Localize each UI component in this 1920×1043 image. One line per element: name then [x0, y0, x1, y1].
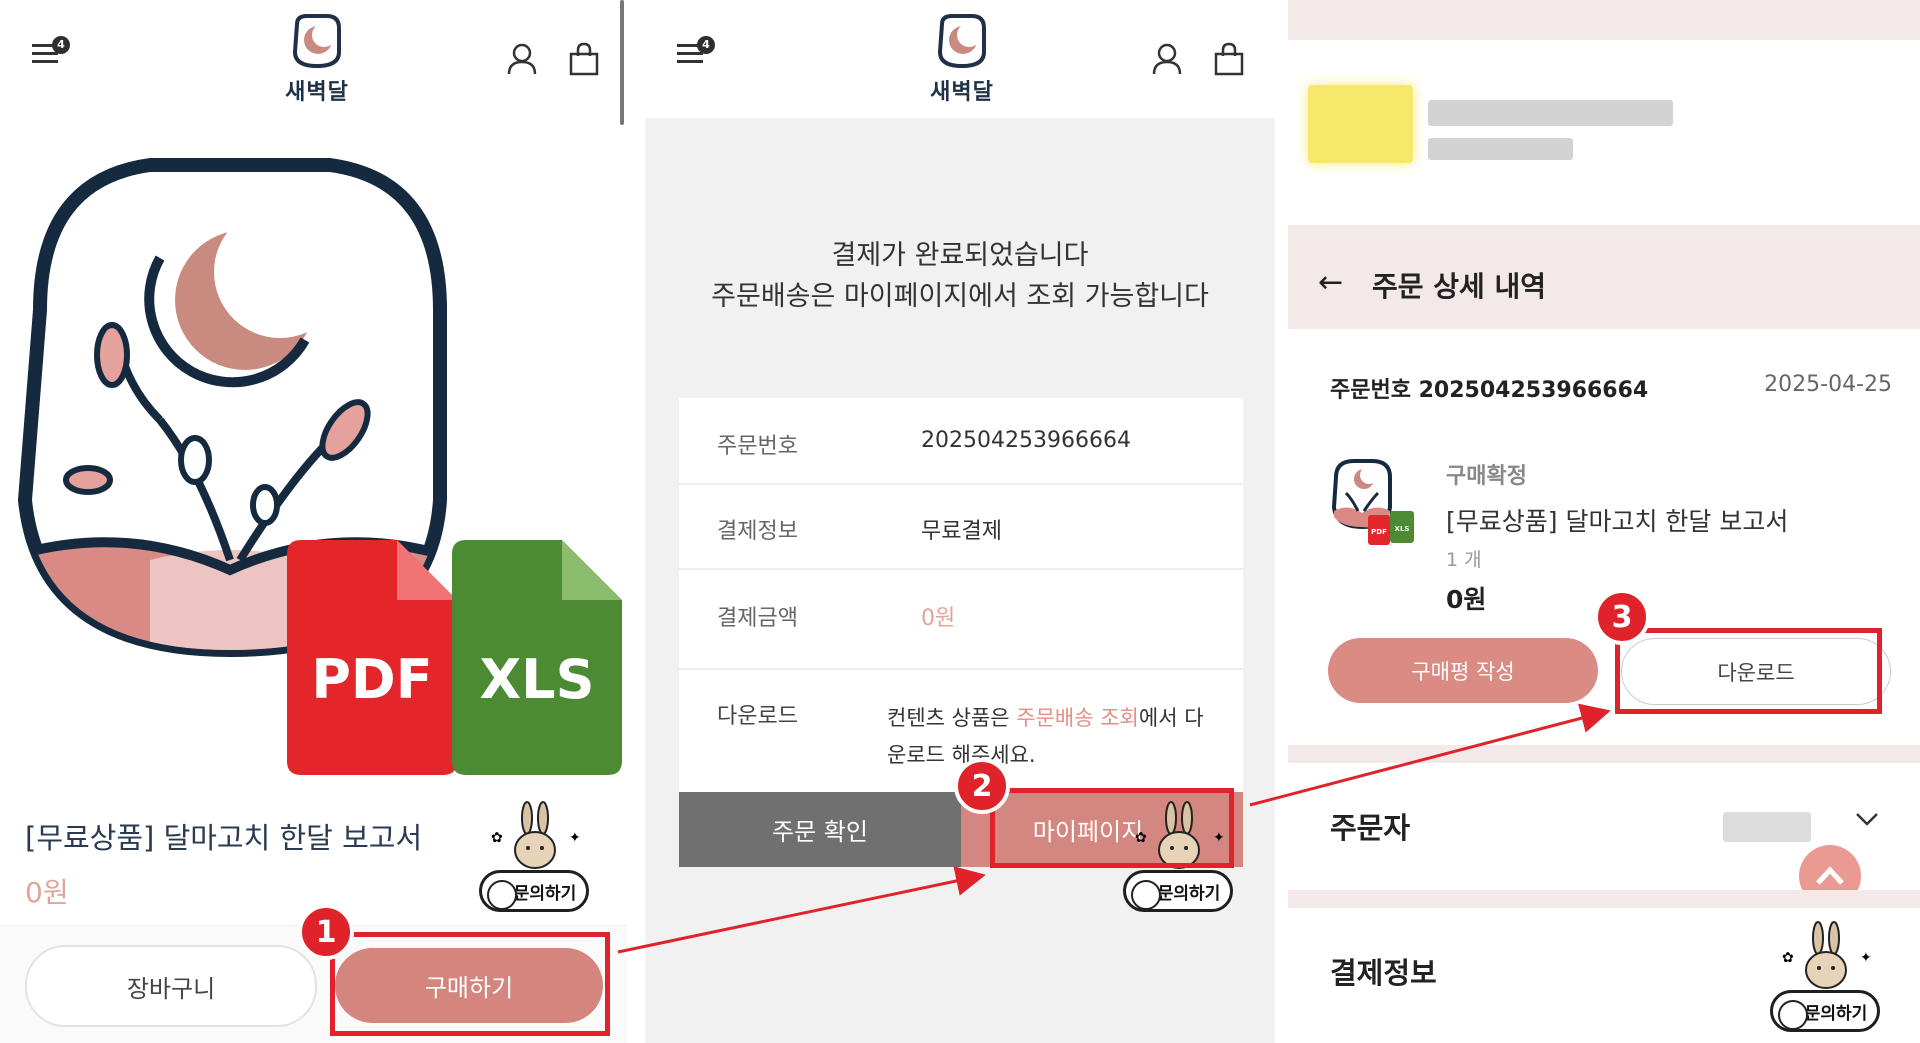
step-marker-2: 2 [954, 758, 1010, 814]
svg-text:✦: ✦ [1860, 950, 1872, 966]
payment-amount-label: 결제금액 [717, 606, 798, 631]
xls-label: XLS [480, 648, 595, 711]
xls-file-icon: XLS [452, 540, 622, 779]
logo-text: 새벽달 [930, 80, 994, 105]
back-arrow-icon[interactable]: ← [1318, 265, 1343, 300]
order-detail-title: 주문 상세 내역 [1372, 270, 1547, 303]
menu-icon[interactable]: 4 [30, 36, 70, 72]
svg-text:✿: ✿ [1782, 950, 1794, 966]
menu-badge: 4 [52, 36, 70, 54]
payment-complete-screen: 4 새벽달 결제가 완료되었습니다 주문배송은 마이페이지에서 조회 가능합니다… [645, 0, 1275, 1043]
cart-button[interactable]: 장바구니 [25, 945, 317, 1027]
brand-logo[interactable]: 새벽달 [272, 12, 362, 106]
payment-amount-row: 결제금액 0원 [679, 568, 1243, 670]
moon-icon [487, 880, 517, 910]
user-icon[interactable] [506, 42, 538, 80]
inquiry-widget[interactable]: ✿ ✦ 문의하기 [1768, 920, 1884, 1040]
svg-text:✦: ✦ [569, 830, 581, 846]
brand-logo[interactable]: 새벽달 [917, 12, 1007, 106]
download-label: 다운로드 [717, 704, 798, 729]
moon-icon [1131, 880, 1161, 910]
user-icon[interactable] [1151, 42, 1183, 80]
download-instructions: 컨텐츠 상품은 주문배송 조회에서 다운로드 해주세요. [887, 700, 1207, 774]
shopping-bag-icon[interactable] [568, 42, 600, 80]
menu-badge: 4 [697, 36, 715, 54]
product-thumbnail: PDF XLS [1328, 455, 1423, 554]
blurred-orderer-name [1723, 812, 1811, 842]
payment-section-title[interactable]: 결제정보 [1330, 950, 1437, 992]
highlight-box-mypage [990, 788, 1234, 868]
highlight-box-download [1615, 628, 1882, 714]
order-tracking-link[interactable]: 주문배송 조회 [1016, 706, 1139, 730]
pdf-label: PDF [311, 648, 432, 711]
product-price: 0원 [25, 876, 69, 909]
payment-info-row: 결제정보 무료결제 [679, 483, 1243, 570]
order-number-value: 202504253966664 [921, 428, 1131, 453]
shopping-bag-icon[interactable] [1213, 42, 1245, 80]
inquiry-widget[interactable]: ✿ ✦ 문의하기 [477, 800, 593, 920]
completion-message: 결제가 완료되었습니다 주문배송은 마이페이지에서 조회 가능합니다 [645, 235, 1275, 317]
moon-logo-icon [937, 14, 986, 69]
blurred-avatar [1308, 85, 1413, 163]
thumb-pdf-label: PDF [1371, 528, 1387, 536]
order-item-qty: 1 개 [1446, 549, 1482, 571]
payment-info-value: 무료결제 [921, 519, 1002, 544]
blurred-text [1428, 138, 1573, 160]
blurred-text [1428, 100, 1673, 126]
scrollbar[interactable] [620, 0, 624, 125]
order-detail-screen: ← 주문 상세 내역 주문번호 202504253966664 2025-04-… [1288, 0, 1920, 1043]
chevron-up-icon [1816, 866, 1844, 885]
orderer-section-title[interactable]: 주문자 [1330, 805, 1410, 847]
rabbit-icon: ✿ ✦ [491, 801, 581, 869]
highlight-box-buy [330, 932, 610, 1036]
order-number-row: 주문번호 202504253966664 [679, 398, 1243, 485]
order-number: 주문번호 202504253966664 [1330, 378, 1649, 403]
order-date: 2025-04-25 [1764, 372, 1892, 397]
section-divider [1288, 890, 1920, 908]
thumb-xls-label: XLS [1395, 525, 1410, 533]
completion-line-1: 결제가 완료되었습니다 [831, 240, 1089, 271]
order-status: 구매확정 [1446, 464, 1527, 489]
product-screen: 4 새벽달 PDF XLS [무료상품] 달마고치 한달 보고서 0원 ✿ ✦ … [0, 0, 627, 1043]
rabbit-icon: ✿ ✦ [1782, 921, 1872, 989]
top-band [1288, 0, 1920, 40]
menu-icon[interactable]: 4 [675, 36, 715, 72]
section-divider [1288, 745, 1920, 763]
chevron-down-icon[interactable] [1854, 810, 1880, 832]
order-item-price: 0원 [1446, 585, 1487, 614]
moon-logo-icon [292, 14, 341, 69]
order-number-label: 주문번호 [717, 434, 798, 459]
moon-icon [1778, 1000, 1808, 1030]
payment-info-label: 결제정보 [717, 519, 798, 544]
write-review-button[interactable]: 구매평 작성 [1328, 638, 1598, 703]
step-marker-3: 3 [1594, 589, 1650, 645]
payment-amount-value: 0원 [921, 606, 956, 631]
pdf-file-icon: PDF [287, 540, 457, 779]
order-detail-header: ← 주문 상세 내역 [1288, 225, 1920, 329]
product-title: [무료상품] 달마고치 한달 보고서 [25, 821, 423, 855]
download-text-before: 컨텐츠 상품은 [887, 706, 1017, 730]
logo-text: 새벽달 [285, 80, 349, 105]
order-item-name: [무료상품] 달마고치 한달 보고서 [1446, 507, 1789, 536]
svg-text:✿: ✿ [491, 830, 503, 846]
order-confirm-button[interactable]: 주문 확인 [679, 792, 961, 867]
step-marker-1: 1 [298, 904, 354, 960]
completion-line-2: 주문배송은 마이페이지에서 조회 가능합니다 [711, 281, 1209, 312]
